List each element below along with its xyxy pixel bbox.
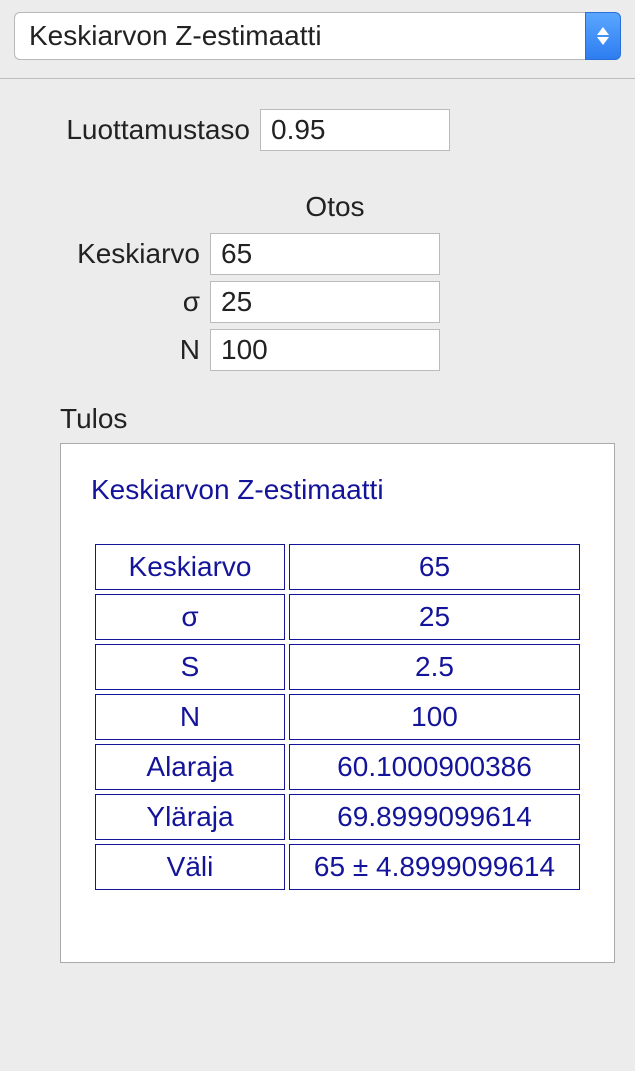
result-row-label: Keskiarvo: [95, 544, 285, 590]
result-row-label: Alaraja: [95, 744, 285, 790]
result-row-value: 2.5: [289, 644, 580, 690]
confidence-label: Luottamustaso: [20, 114, 260, 146]
table-row: Väli65 ± 4.8999099614: [95, 844, 580, 890]
table-row: N100: [95, 694, 580, 740]
sample-column-header: Otos: [220, 191, 450, 223]
table-row: Yläraja69.8999099614: [95, 794, 580, 840]
result-title: Keskiarvon Z-estimaatti: [91, 474, 584, 506]
estimator-select[interactable]: Keskiarvon Z-estimaatti: [14, 12, 621, 60]
result-row-value: 100: [289, 694, 580, 740]
result-row-label: σ: [95, 594, 285, 640]
table-row: Alaraja60.1000900386: [95, 744, 580, 790]
mean-label: Keskiarvo: [20, 238, 210, 270]
result-row-label: S: [95, 644, 285, 690]
result-row-value: 60.1000900386: [289, 744, 580, 790]
mean-input[interactable]: [210, 233, 440, 275]
estimator-select-value: Keskiarvon Z-estimaatti: [14, 12, 585, 60]
result-row-label: N: [95, 694, 285, 740]
table-row: S2.5: [95, 644, 580, 690]
sigma-input[interactable]: [210, 281, 440, 323]
sigma-label: σ: [20, 286, 210, 318]
result-row-value: 25: [289, 594, 580, 640]
result-table: Keskiarvo65σ25S2.5N100Alaraja60.10009003…: [91, 540, 584, 894]
confidence-input[interactable]: [260, 109, 450, 151]
table-row: Keskiarvo65: [95, 544, 580, 590]
result-row-value: 69.8999099614: [289, 794, 580, 840]
n-label: N: [20, 334, 210, 366]
dropdown-stepper-icon: [585, 12, 621, 60]
n-input[interactable]: [210, 329, 440, 371]
table-row: σ25: [95, 594, 580, 640]
result-section-label: Tulos: [60, 403, 615, 435]
result-row-label: Yläraja: [95, 794, 285, 840]
result-panel: Keskiarvon Z-estimaatti Keskiarvo65σ25S2…: [60, 443, 615, 963]
result-row-value: 65 ± 4.8999099614: [289, 844, 580, 890]
result-row-value: 65: [289, 544, 580, 590]
result-row-label: Väli: [95, 844, 285, 890]
input-form: Luottamustaso Otos Keskiarvo σ N Tulos K…: [0, 79, 635, 973]
